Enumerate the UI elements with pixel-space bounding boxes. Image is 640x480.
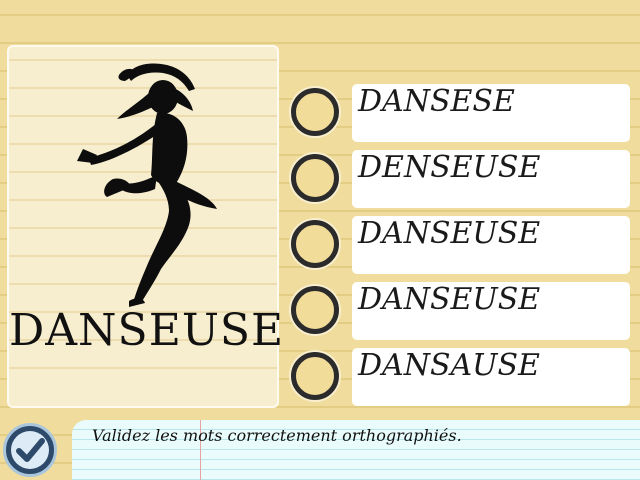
radio-button[interactable] xyxy=(291,154,339,202)
answer-label: DANSEUSE xyxy=(358,216,541,251)
radio-button[interactable] xyxy=(291,88,339,136)
answer-box[interactable]: DANSEUSE xyxy=(352,282,630,340)
dancer-silhouette-image xyxy=(77,63,217,307)
radio-button[interactable] xyxy=(291,352,339,400)
option-row[interactable]: DANSEUSE xyxy=(288,214,634,274)
answer-label: DANSEUSE xyxy=(358,282,541,317)
checkmark-icon xyxy=(11,431,49,469)
radio-button[interactable] xyxy=(291,220,339,268)
radio-button[interactable] xyxy=(291,286,339,334)
option-row[interactable]: DENSEUSE xyxy=(288,148,634,208)
answer-label: DENSEUSE xyxy=(358,150,541,185)
picture-card: DANSEUSE xyxy=(7,45,285,408)
option-row[interactable]: DANSAUSE xyxy=(288,346,634,406)
option-row[interactable]: DANSESE xyxy=(288,82,634,142)
picture-word-label: DANSEUSE xyxy=(9,305,285,356)
instruction-text: Validez les mots correctement orthograph… xyxy=(92,426,462,445)
answer-label: DANSAUSE xyxy=(358,348,540,383)
instruction-footer: Validez les mots correctement orthograph… xyxy=(72,420,640,480)
answer-box[interactable]: DENSEUSE xyxy=(352,150,630,208)
answer-box[interactable]: DANSEUSE xyxy=(352,216,630,274)
option-row[interactable]: DANSEUSE xyxy=(288,280,634,340)
validate-button[interactable] xyxy=(3,423,57,477)
answer-box[interactable]: DANSAUSE xyxy=(352,348,630,406)
answer-box[interactable]: DANSESE xyxy=(352,84,630,142)
answer-label: DANSESE xyxy=(358,84,515,119)
